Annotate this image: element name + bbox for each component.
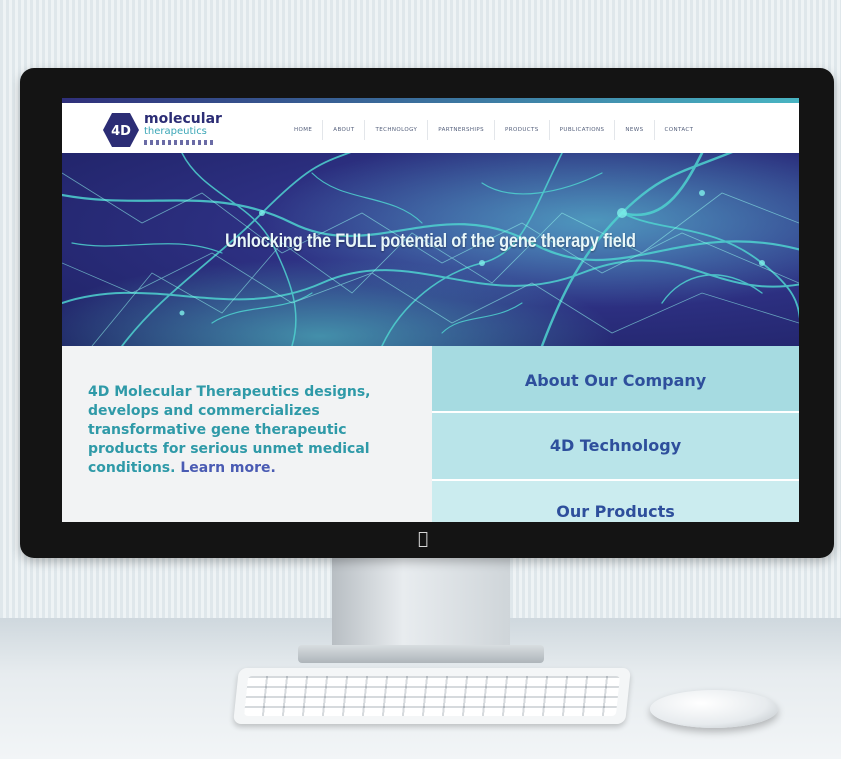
nav-publications[interactable]: PUBLICATIONS xyxy=(550,120,616,140)
keyboard xyxy=(233,668,631,724)
tile-4d-technology[interactable]: 4D Technology xyxy=(432,413,799,479)
desk-scene:  4D molecular therapeutics HOME ABOUT T… xyxy=(0,0,841,759)
logo-mark: 4D xyxy=(111,124,131,139)
quick-links: About Our Company 4D Technology Our Prod… xyxy=(432,346,799,522)
nav-about[interactable]: ABOUT xyxy=(323,120,366,140)
nav-technology[interactable]: TECHNOLOGY xyxy=(365,120,429,140)
tile-about-our-company[interactable]: About Our Company xyxy=(432,346,799,411)
dna-strand-icon xyxy=(144,140,214,145)
main-nav: HOME ABOUT TECHNOLOGY PARTNERSHIPS PRODU… xyxy=(284,120,703,140)
nav-contact[interactable]: CONTACT xyxy=(655,120,704,140)
keyboard-keys xyxy=(243,676,621,716)
intro-panel: 4D Molecular Therapeutics designs, devel… xyxy=(62,346,432,522)
nav-news[interactable]: NEWS xyxy=(615,120,655,140)
logo-name: molecular xyxy=(144,111,222,127)
learn-more-link[interactable]: Learn more. xyxy=(180,460,276,476)
logo-tagline: therapeutics xyxy=(144,126,207,137)
monitor-stand-base xyxy=(298,645,544,663)
nav-products[interactable]: PRODUCTS xyxy=(495,120,550,140)
apple-logo-icon:  xyxy=(415,530,431,548)
hero-title: Unlocking the FULL potential of the gene… xyxy=(225,231,636,252)
mouse xyxy=(650,690,778,728)
tile-our-products[interactable]: Our Products xyxy=(432,481,799,522)
hexagon-4d-logo: 4D xyxy=(103,113,139,147)
site-header: 4D molecular therapeutics HOME ABOUT TEC… xyxy=(62,103,799,153)
website-screen: 4D molecular therapeutics HOME ABOUT TEC… xyxy=(62,98,799,522)
site-logo[interactable]: 4D molecular therapeutics xyxy=(102,112,262,152)
monitor-stand xyxy=(332,558,510,650)
intro-paragraph: 4D Molecular Therapeutics designs, devel… xyxy=(88,383,388,478)
nav-partnerships[interactable]: PARTNERSHIPS xyxy=(428,120,496,140)
nav-home[interactable]: HOME xyxy=(284,120,324,140)
hero-banner: Unlocking the FULL potential of the gene… xyxy=(62,153,799,346)
